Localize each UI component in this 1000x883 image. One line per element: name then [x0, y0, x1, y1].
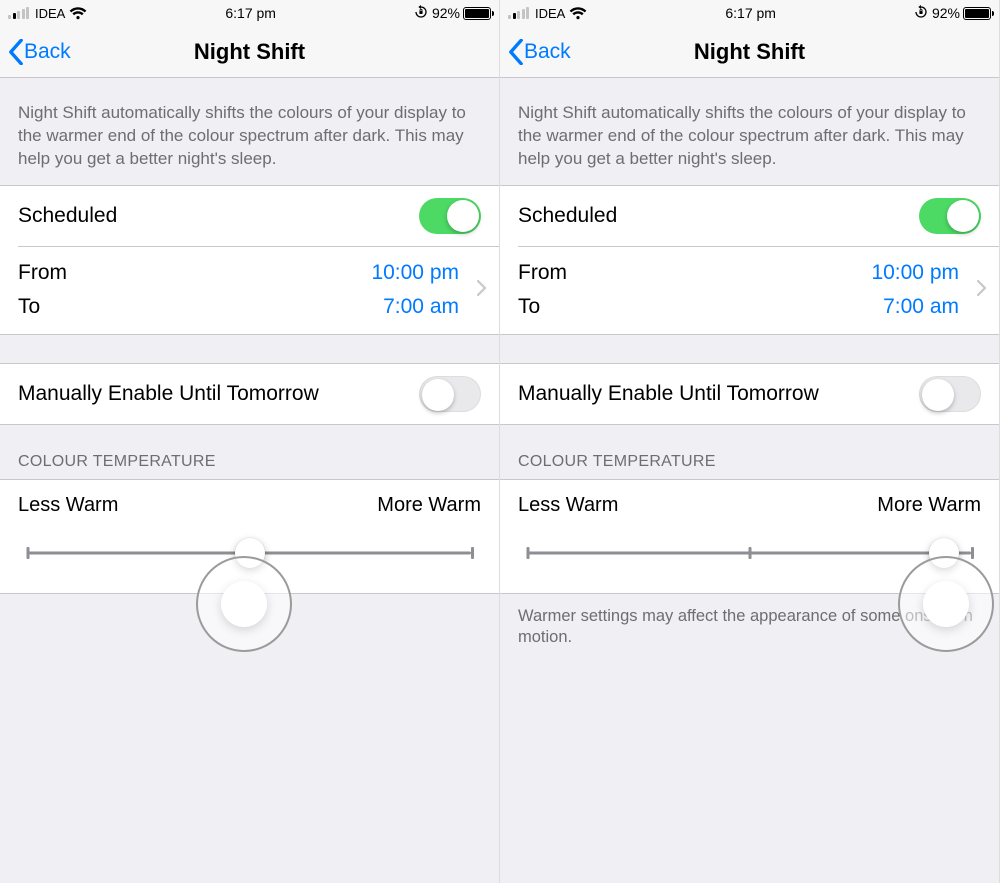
- rotation-lock-icon: [914, 5, 928, 22]
- intro-text: Night Shift automatically shifts the col…: [500, 78, 999, 185]
- slider-label-more: More Warm: [377, 494, 481, 517]
- chevron-left-icon: [8, 39, 24, 65]
- battery-icon: [963, 7, 991, 20]
- back-button[interactable]: Back: [0, 39, 71, 65]
- schedule-window-row[interactable]: From 10:00 pm To 7:00 am: [0, 246, 499, 334]
- page-title: Night Shift: [0, 39, 499, 65]
- status-bar: IDEA 6:17 pm 92%: [0, 0, 499, 26]
- chevron-right-icon: [477, 278, 487, 302]
- slider-thumb[interactable]: [235, 538, 265, 568]
- temperature-slider-panel: Less Warm More Warm: [0, 480, 499, 593]
- scheduled-label: Scheduled: [518, 204, 617, 228]
- page-title: Night Shift: [500, 39, 999, 65]
- temperature-header: COLOUR TEMPERATURE: [0, 425, 499, 479]
- back-label: Back: [24, 40, 71, 64]
- status-time: 6:17 pm: [725, 5, 776, 21]
- chevron-left-icon: [508, 39, 524, 65]
- manual-enable-label: Manually Enable Until Tomorrow: [518, 382, 819, 406]
- from-value: 10:00 pm: [871, 261, 959, 285]
- battery-pct: 92%: [932, 5, 960, 21]
- nav-bar: Back Night Shift: [500, 26, 999, 78]
- slider-thumb[interactable]: [929, 538, 959, 568]
- scheduled-row[interactable]: Scheduled: [500, 186, 999, 246]
- rotation-lock-icon: [414, 5, 428, 22]
- to-label: To: [518, 295, 540, 319]
- intro-text: Night Shift automatically shifts the col…: [0, 78, 499, 185]
- nav-bar: Back Night Shift: [0, 26, 499, 78]
- to-label: To: [18, 295, 40, 319]
- carrier-label: IDEA: [535, 6, 565, 21]
- scheduled-row[interactable]: Scheduled: [0, 186, 499, 246]
- battery-icon: [463, 7, 491, 20]
- manual-enable-row[interactable]: Manually Enable Until Tomorrow: [500, 364, 999, 424]
- manual-enable-toggle[interactable]: [419, 376, 481, 412]
- wifi-icon: [569, 7, 587, 20]
- carrier-label: IDEA: [35, 6, 65, 21]
- scheduled-toggle[interactable]: [419, 198, 481, 234]
- temperature-slider[interactable]: [18, 543, 481, 563]
- temperature-slider-panel: Less Warm More Warm: [500, 480, 999, 593]
- schedule-window-row[interactable]: From 10:00 pm To 7:00 am: [500, 246, 999, 334]
- from-value: 10:00 pm: [371, 261, 459, 285]
- to-value: 7:00 am: [883, 295, 959, 319]
- temperature-header: COLOUR TEMPERATURE: [500, 425, 999, 479]
- from-label: From: [18, 261, 67, 285]
- to-value: 7:00 am: [383, 295, 459, 319]
- from-label: From: [518, 261, 567, 285]
- slider-label-more: More Warm: [877, 494, 981, 517]
- status-time: 6:17 pm: [225, 5, 276, 21]
- manual-enable-row[interactable]: Manually Enable Until Tomorrow: [0, 364, 499, 424]
- slider-label-less: Less Warm: [518, 494, 618, 517]
- back-button[interactable]: Back: [500, 39, 571, 65]
- temperature-slider[interactable]: [518, 543, 981, 563]
- wifi-icon: [69, 7, 87, 20]
- manual-enable-label: Manually Enable Until Tomorrow: [18, 382, 319, 406]
- scheduled-label: Scheduled: [18, 204, 117, 228]
- chevron-right-icon: [977, 278, 987, 302]
- scheduled-toggle[interactable]: [919, 198, 981, 234]
- battery-pct: 92%: [432, 5, 460, 21]
- back-label: Back: [524, 40, 571, 64]
- signal-icon: [8, 7, 29, 19]
- manual-enable-toggle[interactable]: [919, 376, 981, 412]
- slider-footer-text: Warmer settings may affect the appearanc…: [500, 594, 999, 661]
- signal-icon: [508, 7, 529, 19]
- slider-label-less: Less Warm: [18, 494, 118, 517]
- status-bar: IDEA 6:17 pm 92%: [500, 0, 999, 26]
